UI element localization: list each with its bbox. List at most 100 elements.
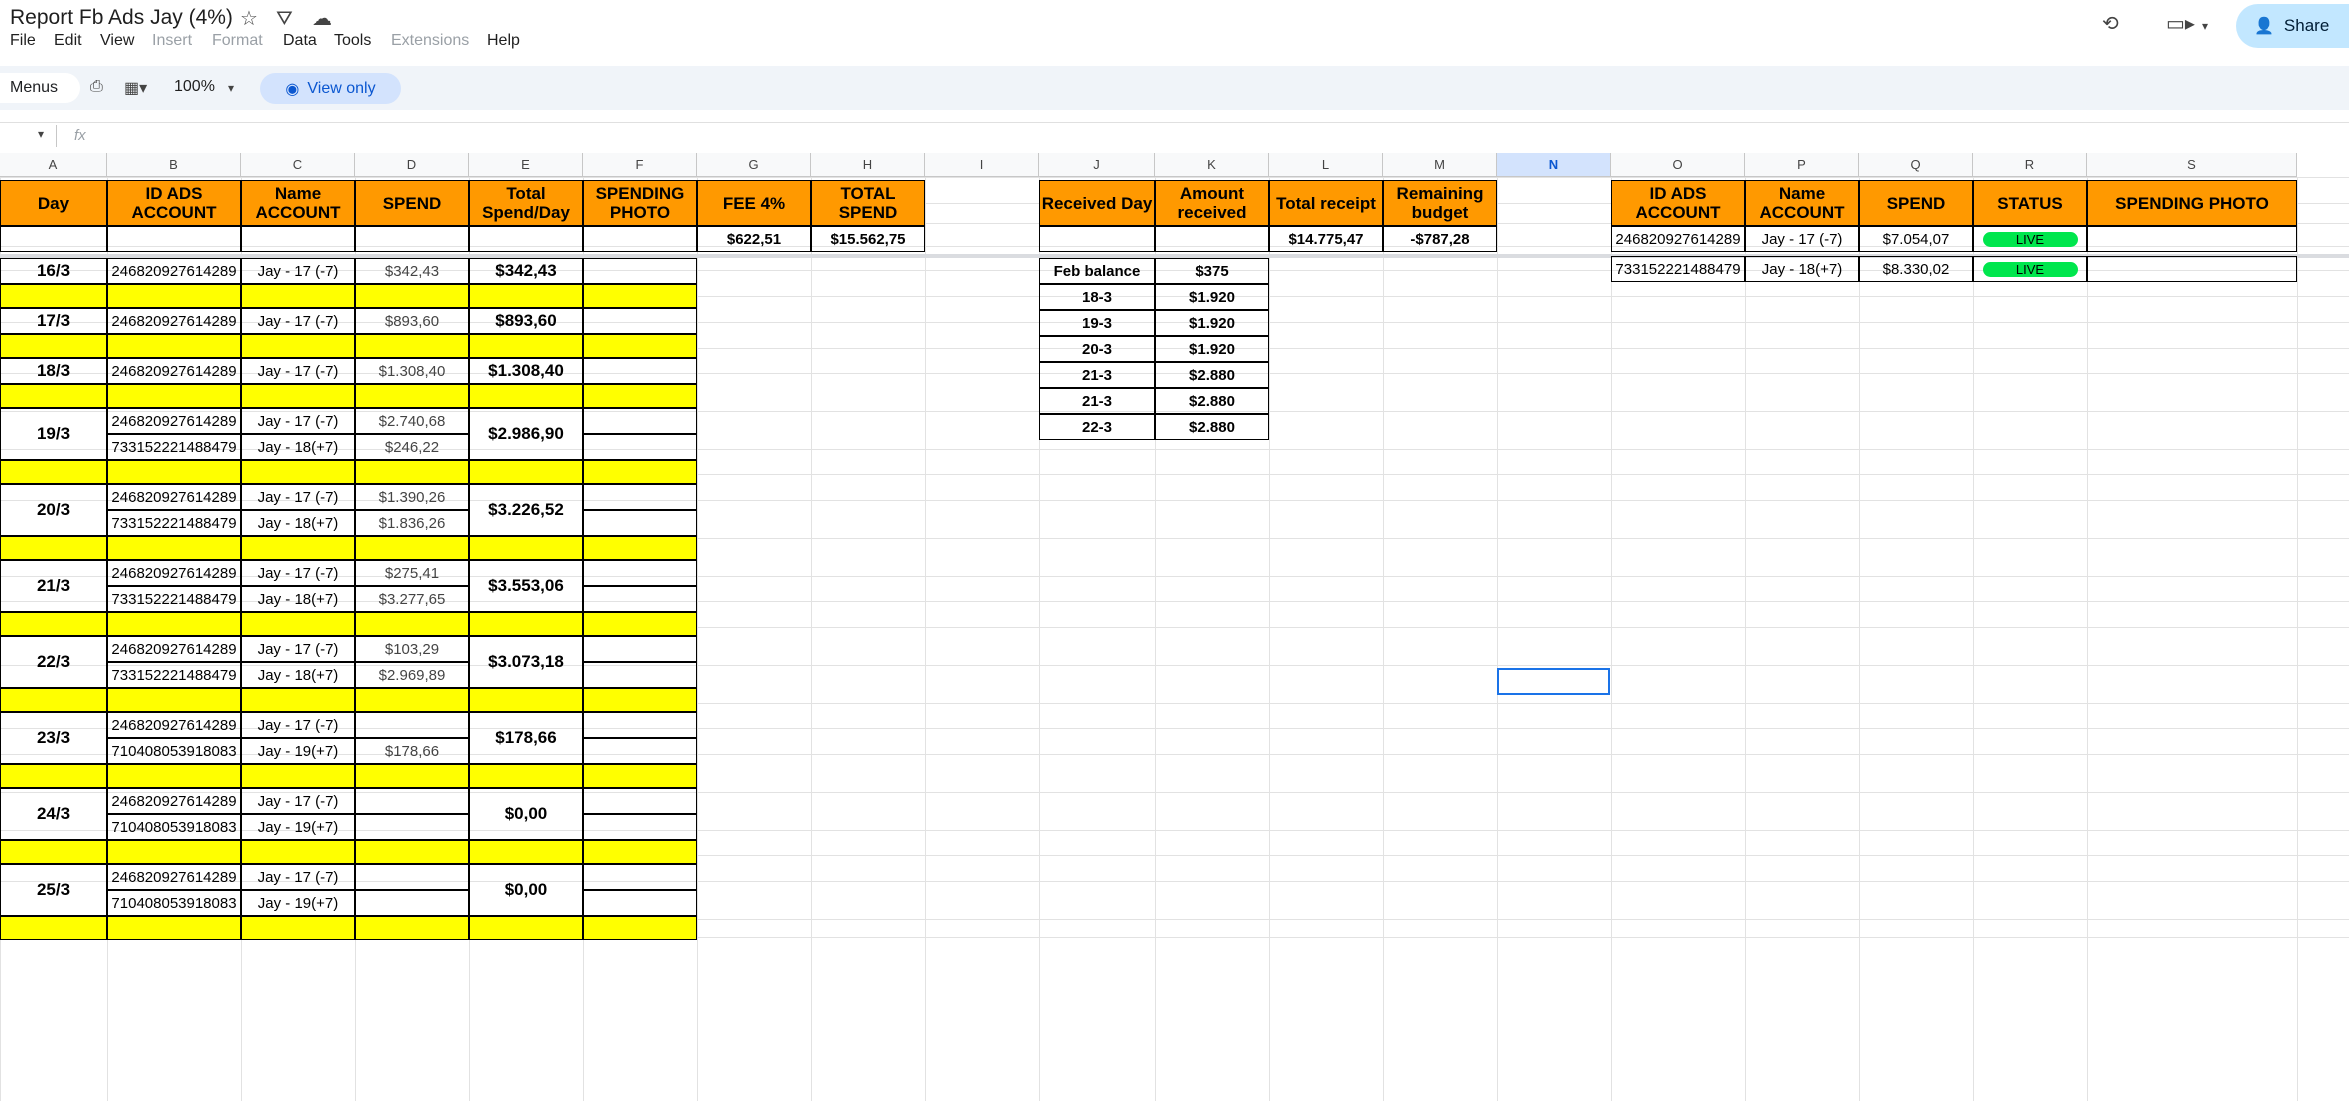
spend-cell[interactable]: $275,41 (355, 560, 469, 586)
separator-row[interactable] (355, 536, 469, 560)
separator-row[interactable] (469, 460, 583, 484)
spending-photo-cell[interactable] (583, 510, 697, 536)
right-spending-photo-cell[interactable] (2087, 256, 2297, 282)
column-header-e[interactable]: E (469, 153, 583, 177)
separator-row[interactable] (583, 536, 697, 560)
day-cell[interactable]: 23/3 (0, 712, 107, 764)
right-account-id-cell[interactable]: 246820927614289 (1611, 226, 1745, 252)
spending-photo-cell[interactable] (583, 560, 697, 586)
received-day-cell[interactable]: 18-3 (1039, 284, 1155, 310)
spending-photo-cell[interactable] (583, 738, 697, 764)
column-header-d[interactable]: D (355, 153, 469, 177)
spend-cell[interactable]: $2.969,89 (355, 662, 469, 688)
right-spend-cell[interactable]: $7.054,07 (1859, 226, 1973, 252)
column-header-b[interactable]: B (107, 153, 241, 177)
column-header-s[interactable]: S (2087, 153, 2297, 177)
spend-cell[interactable]: $3.277,65 (355, 586, 469, 612)
selected-cell[interactable] (1497, 668, 1610, 695)
left-header-fee[interactable]: FEE 4% (697, 180, 811, 226)
total-receipt-header[interactable]: Total receipt (1269, 180, 1383, 226)
column-header-k[interactable]: K (1155, 153, 1269, 177)
account-id-cell[interactable]: 733152221488479 (107, 510, 241, 536)
separator-row[interactable] (469, 284, 583, 308)
total-spend-value[interactable]: $15.562,75 (811, 226, 925, 252)
separator-row[interactable] (355, 384, 469, 408)
separator-row[interactable] (241, 840, 355, 864)
chevron-down-icon[interactable]: ▾ (2202, 14, 2208, 38)
account-id-cell[interactable]: 246820927614289 (107, 258, 241, 284)
status-chip[interactable]: LIVE (1982, 261, 2078, 277)
separator-row[interactable] (469, 840, 583, 864)
day-cell[interactable]: 16/3 (0, 258, 107, 284)
video-call-icon[interactable]: ▭▸ (2166, 12, 2195, 36)
account-name-cell[interactable]: Jay - 18(+7) (241, 662, 355, 688)
account-id-cell[interactable]: 246820927614289 (107, 864, 241, 890)
spend-cell[interactable]: $178,66 (355, 738, 469, 764)
doc-title[interactable]: Report Fb Ads Jay (4%) (10, 6, 233, 30)
account-id-cell[interactable]: 246820927614289 (107, 560, 241, 586)
separator-row[interactable] (241, 612, 355, 636)
separator-row[interactable] (355, 334, 469, 358)
right-account-name-cell[interactable]: Jay - 17 (-7) (1745, 226, 1859, 252)
spend-cell[interactable]: $1.390,26 (355, 484, 469, 510)
filter-views-icon[interactable]: ▦▾ (124, 78, 147, 98)
spending-photo-cell[interactable] (583, 890, 697, 916)
account-name-cell[interactable]: Jay - 17 (-7) (241, 788, 355, 814)
menu-extensions[interactable]: Extensions (391, 32, 469, 50)
separator-row[interactable] (583, 764, 697, 788)
amount-received-cell[interactable]: $2.880 (1155, 362, 1269, 388)
separator-row[interactable] (241, 688, 355, 712)
spend-cell[interactable] (355, 814, 469, 840)
menu-data[interactable]: Data (283, 32, 317, 50)
account-name-cell[interactable]: Jay - 17 (-7) (241, 484, 355, 510)
column-header-h[interactable]: H (811, 153, 925, 177)
received-summary-empty[interactable] (1039, 226, 1155, 252)
separator-row[interactable] (583, 384, 697, 408)
separator-row[interactable] (241, 384, 355, 408)
right-header-status[interactable]: STATUS (1973, 180, 2087, 226)
column-header-n[interactable]: N (1497, 153, 1611, 177)
day-cell[interactable]: 24/3 (0, 788, 107, 840)
left-header-spend[interactable]: SPEND (355, 180, 469, 226)
spend-cell[interactable] (355, 712, 469, 738)
total-spend-day-cell[interactable]: $1.308,40 (469, 358, 583, 384)
account-name-cell[interactable]: Jay - 18(+7) (241, 510, 355, 536)
spend-cell[interactable] (355, 788, 469, 814)
zoom-chevron-icon[interactable]: ▾ (228, 81, 234, 95)
formula-bar[interactable]: ▾ fx (0, 122, 2349, 151)
move-to-drive-icon[interactable]: ⛛ (276, 7, 293, 31)
total-spend-day-cell[interactable]: $0,00 (469, 788, 583, 840)
right-account-id-cell[interactable]: 733152221488479 (1611, 256, 1745, 282)
column-header-i[interactable]: I (925, 153, 1039, 177)
spending-photo-cell[interactable] (583, 358, 697, 384)
spend-cell[interactable]: $246,22 (355, 434, 469, 460)
column-header-g[interactable]: G (697, 153, 811, 177)
menu-edit[interactable]: Edit (54, 32, 82, 50)
spending-photo-cell[interactable] (583, 788, 697, 814)
separator-row[interactable] (241, 284, 355, 308)
right-account-name-cell[interactable]: Jay - 18(+7) (1745, 256, 1859, 282)
account-name-cell[interactable]: Jay - 17 (-7) (241, 308, 355, 334)
spend-cell[interactable] (355, 864, 469, 890)
view-only-button[interactable]: ◉ View only (260, 73, 401, 104)
account-id-cell[interactable]: 246820927614289 (107, 788, 241, 814)
total-receipt-value[interactable]: $14.775,47 (1269, 226, 1383, 252)
remaining-budget-value[interactable]: -$787,28 (1383, 226, 1497, 252)
menu-file[interactable]: File (10, 32, 36, 50)
separator-row[interactable] (583, 916, 697, 940)
spending-photo-cell[interactable] (583, 586, 697, 612)
separator-row[interactable] (241, 334, 355, 358)
separator-row[interactable] (583, 688, 697, 712)
amount-received-header[interactable]: Amount received (1155, 180, 1269, 226)
star-icon[interactable]: ☆ (240, 7, 258, 31)
separator-row[interactable] (107, 612, 241, 636)
separator-row[interactable] (107, 916, 241, 940)
account-name-cell[interactable]: Jay - 18(+7) (241, 586, 355, 612)
separator-row[interactable] (469, 536, 583, 560)
name-box-chevron-icon[interactable]: ▾ (38, 127, 44, 141)
separator-row[interactable] (0, 916, 107, 940)
right-header-id[interactable]: ID ADS ACCOUNT (1611, 180, 1745, 226)
column-header-r[interactable]: R (1973, 153, 2087, 177)
right-header-photo[interactable]: SPENDING PHOTO (2087, 180, 2297, 226)
total-spend-day-cell[interactable]: $342,43 (469, 258, 583, 284)
